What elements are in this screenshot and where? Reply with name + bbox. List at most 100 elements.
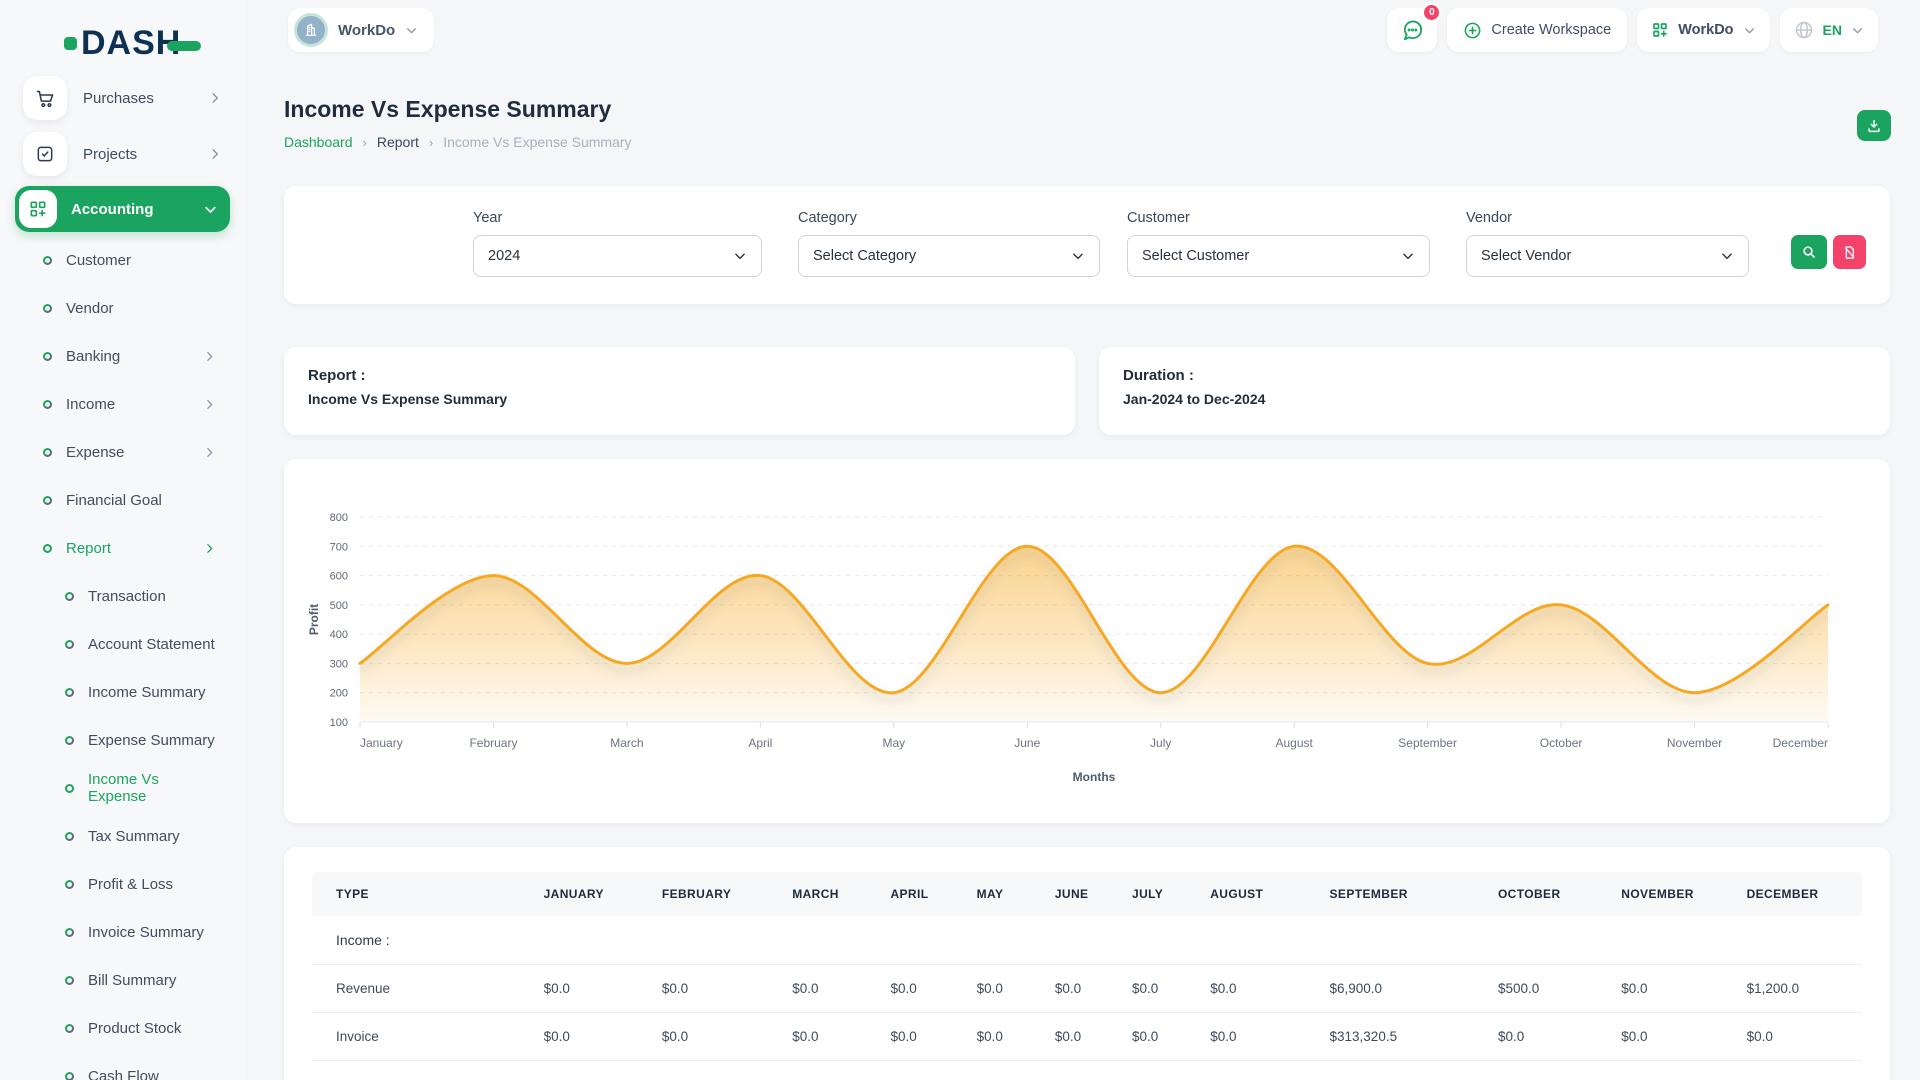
sidebar-item-expense-summary[interactable]: Expense Summary (15, 716, 230, 764)
column-header-january: JANUARY (536, 872, 654, 916)
sidebar-item-report[interactable]: Report (15, 524, 230, 572)
language-selector[interactable]: EN (1780, 8, 1878, 52)
customer-select[interactable]: Select Customer (1127, 235, 1430, 277)
x-axis-title: Months (1073, 770, 1116, 784)
chat-bubble-icon (1401, 19, 1424, 42)
sidebar-item-invoice-summary[interactable]: Invoice Summary (15, 908, 230, 956)
bullet-ring-icon (43, 496, 52, 505)
svg-text:300: 300 (330, 658, 348, 670)
svg-text:400: 400 (330, 629, 348, 641)
svg-text:December: December (1773, 736, 1828, 750)
cell-value: $0.0 (1047, 965, 1124, 1013)
chevron-right-icon (203, 446, 216, 459)
cell-value: $0.0 (784, 965, 882, 1013)
svg-text:September: September (1398, 736, 1457, 750)
cell-value: $0.0 (1613, 1013, 1738, 1061)
sidebar-item-projects[interactable]: Projects (15, 130, 230, 178)
svg-text:February: February (469, 736, 517, 750)
svg-text:100: 100 (330, 717, 348, 729)
bullet-ring-icon (43, 544, 52, 553)
cell-value (654, 1061, 784, 1080)
profit-area-chart[interactable]: JanuaryFebruaryMarchAprilMayJuneJulyAugu… (284, 459, 1890, 823)
sidebar-item-label: Income Vs Expense (88, 771, 216, 805)
sidebar-item-cash-flow[interactable]: Cash Flow (15, 1052, 230, 1080)
cell-value: $500.0 (1490, 965, 1613, 1013)
sidebar-item-customer[interactable]: Customer (15, 236, 230, 284)
sidebar-item-profit-loss[interactable]: Profit & Loss (15, 860, 230, 908)
breadcrumb-separator: › (363, 135, 367, 150)
column-header-august: AUGUST (1202, 872, 1321, 916)
bullet-ring-icon (65, 880, 74, 889)
duration-summary-card: Duration : Jan-2024 to Dec-2024 (1099, 347, 1890, 435)
sidebar-item-vendor[interactable]: Vendor (15, 284, 230, 332)
cell-value (1322, 916, 1490, 965)
category-select[interactable]: Select Category (798, 235, 1100, 277)
y-axis-title: Profit (307, 604, 321, 635)
grid-plus-icon (1651, 21, 1669, 39)
area-fill (360, 546, 1828, 722)
sidebar-item-transaction[interactable]: Transaction (15, 572, 230, 620)
sidebar-item-account-statement[interactable]: Account Statement (15, 620, 230, 668)
chevron-right-icon (208, 147, 222, 161)
column-header-november: NOVEMBER (1613, 872, 1738, 916)
sidebar-item-label: Report (66, 540, 203, 557)
download-icon (1866, 118, 1882, 134)
svg-text:200: 200 (330, 688, 348, 700)
chevron-down-icon (1401, 249, 1415, 263)
sidebar-item-expense[interactable]: Expense (15, 428, 230, 476)
sidebar-item-label: Customer (66, 252, 216, 269)
workspace-switcher[interactable]: WorkDo (288, 8, 434, 52)
cell-value: $0.0 (1202, 965, 1321, 1013)
vendor-select[interactable]: Select Vendor (1466, 235, 1749, 277)
cell-value: $0.0 (536, 1013, 654, 1061)
breadcrumb-dashboard-link[interactable]: Dashboard (284, 134, 353, 150)
notification-badge: 0 (1422, 3, 1441, 22)
sidebar-item-accounting[interactable]: Accounting (15, 186, 230, 232)
chevron-right-icon (203, 398, 216, 411)
sidebar-item-income[interactable]: Income (15, 380, 230, 428)
sidebar-item-bill-summary[interactable]: Bill Summary (15, 956, 230, 1004)
chevron-right-icon (203, 350, 216, 363)
notifications-button[interactable]: 0 (1387, 8, 1437, 52)
cell-value (1202, 1061, 1321, 1080)
chevron-down-icon (203, 202, 218, 217)
svg-text:March: March (610, 736, 643, 750)
table-header-row: TYPEJANUARYFEBRUARYMARCHAPRILMAYJUNEJULY… (312, 872, 1862, 916)
table-row-expense-: Expense : (312, 1061, 1862, 1080)
sidebar-item-income-summary[interactable]: Income Summary (15, 668, 230, 716)
sidebar-item-purchases[interactable]: Purchases (15, 74, 230, 122)
cell-value (1047, 916, 1124, 965)
svg-text:November: November (1667, 736, 1722, 750)
year-select[interactable]: 2024 (473, 235, 762, 277)
svg-text:August: August (1276, 736, 1314, 750)
sidebar-item-product-stock[interactable]: Product Stock (15, 1004, 230, 1052)
svg-text:May: May (882, 736, 905, 750)
svg-text:January: January (360, 736, 403, 750)
report-card-value: Income Vs Expense Summary (308, 391, 1051, 407)
create-workspace-label: Create Workspace (1491, 22, 1611, 38)
bullet-ring-icon (65, 640, 74, 649)
download-report-button[interactable] (1857, 110, 1891, 141)
bullet-ring-icon (65, 832, 74, 841)
cell-value: $313,320.5 (1322, 1013, 1490, 1061)
sidebar-item-income-vs-expense[interactable]: Income Vs Expense (15, 764, 230, 812)
breadcrumb-report-link[interactable]: Report (377, 134, 419, 150)
create-workspace-button[interactable]: Create Workspace (1447, 8, 1627, 52)
chevron-right-icon (208, 91, 222, 105)
reset-filter-button[interactable] (1833, 235, 1866, 269)
sidebar-item-label: Income (66, 396, 203, 413)
cell-value: $0.0 (654, 1013, 784, 1061)
apply-filter-button[interactable] (1791, 235, 1827, 269)
chevron-down-icon (1743, 24, 1756, 37)
app-logo[interactable]: DASH (64, 24, 201, 63)
sidebar-item-banking[interactable]: Banking (15, 332, 230, 380)
column-header-april: APRIL (882, 872, 968, 916)
app-menu-button[interactable]: WorkDo (1637, 8, 1769, 52)
sidebar-item-financial-goal[interactable]: Financial Goal (15, 476, 230, 524)
cell-value (1739, 916, 1862, 965)
cell-value: $0.0 (969, 965, 1047, 1013)
table-body: Income :Revenue$0.0$0.0$0.0$0.0$0.0$0.0$… (312, 916, 1862, 1080)
sidebar-item-tax-summary[interactable]: Tax Summary (15, 812, 230, 860)
svg-text:700: 700 (330, 541, 348, 553)
chevron-down-icon (1071, 249, 1085, 263)
